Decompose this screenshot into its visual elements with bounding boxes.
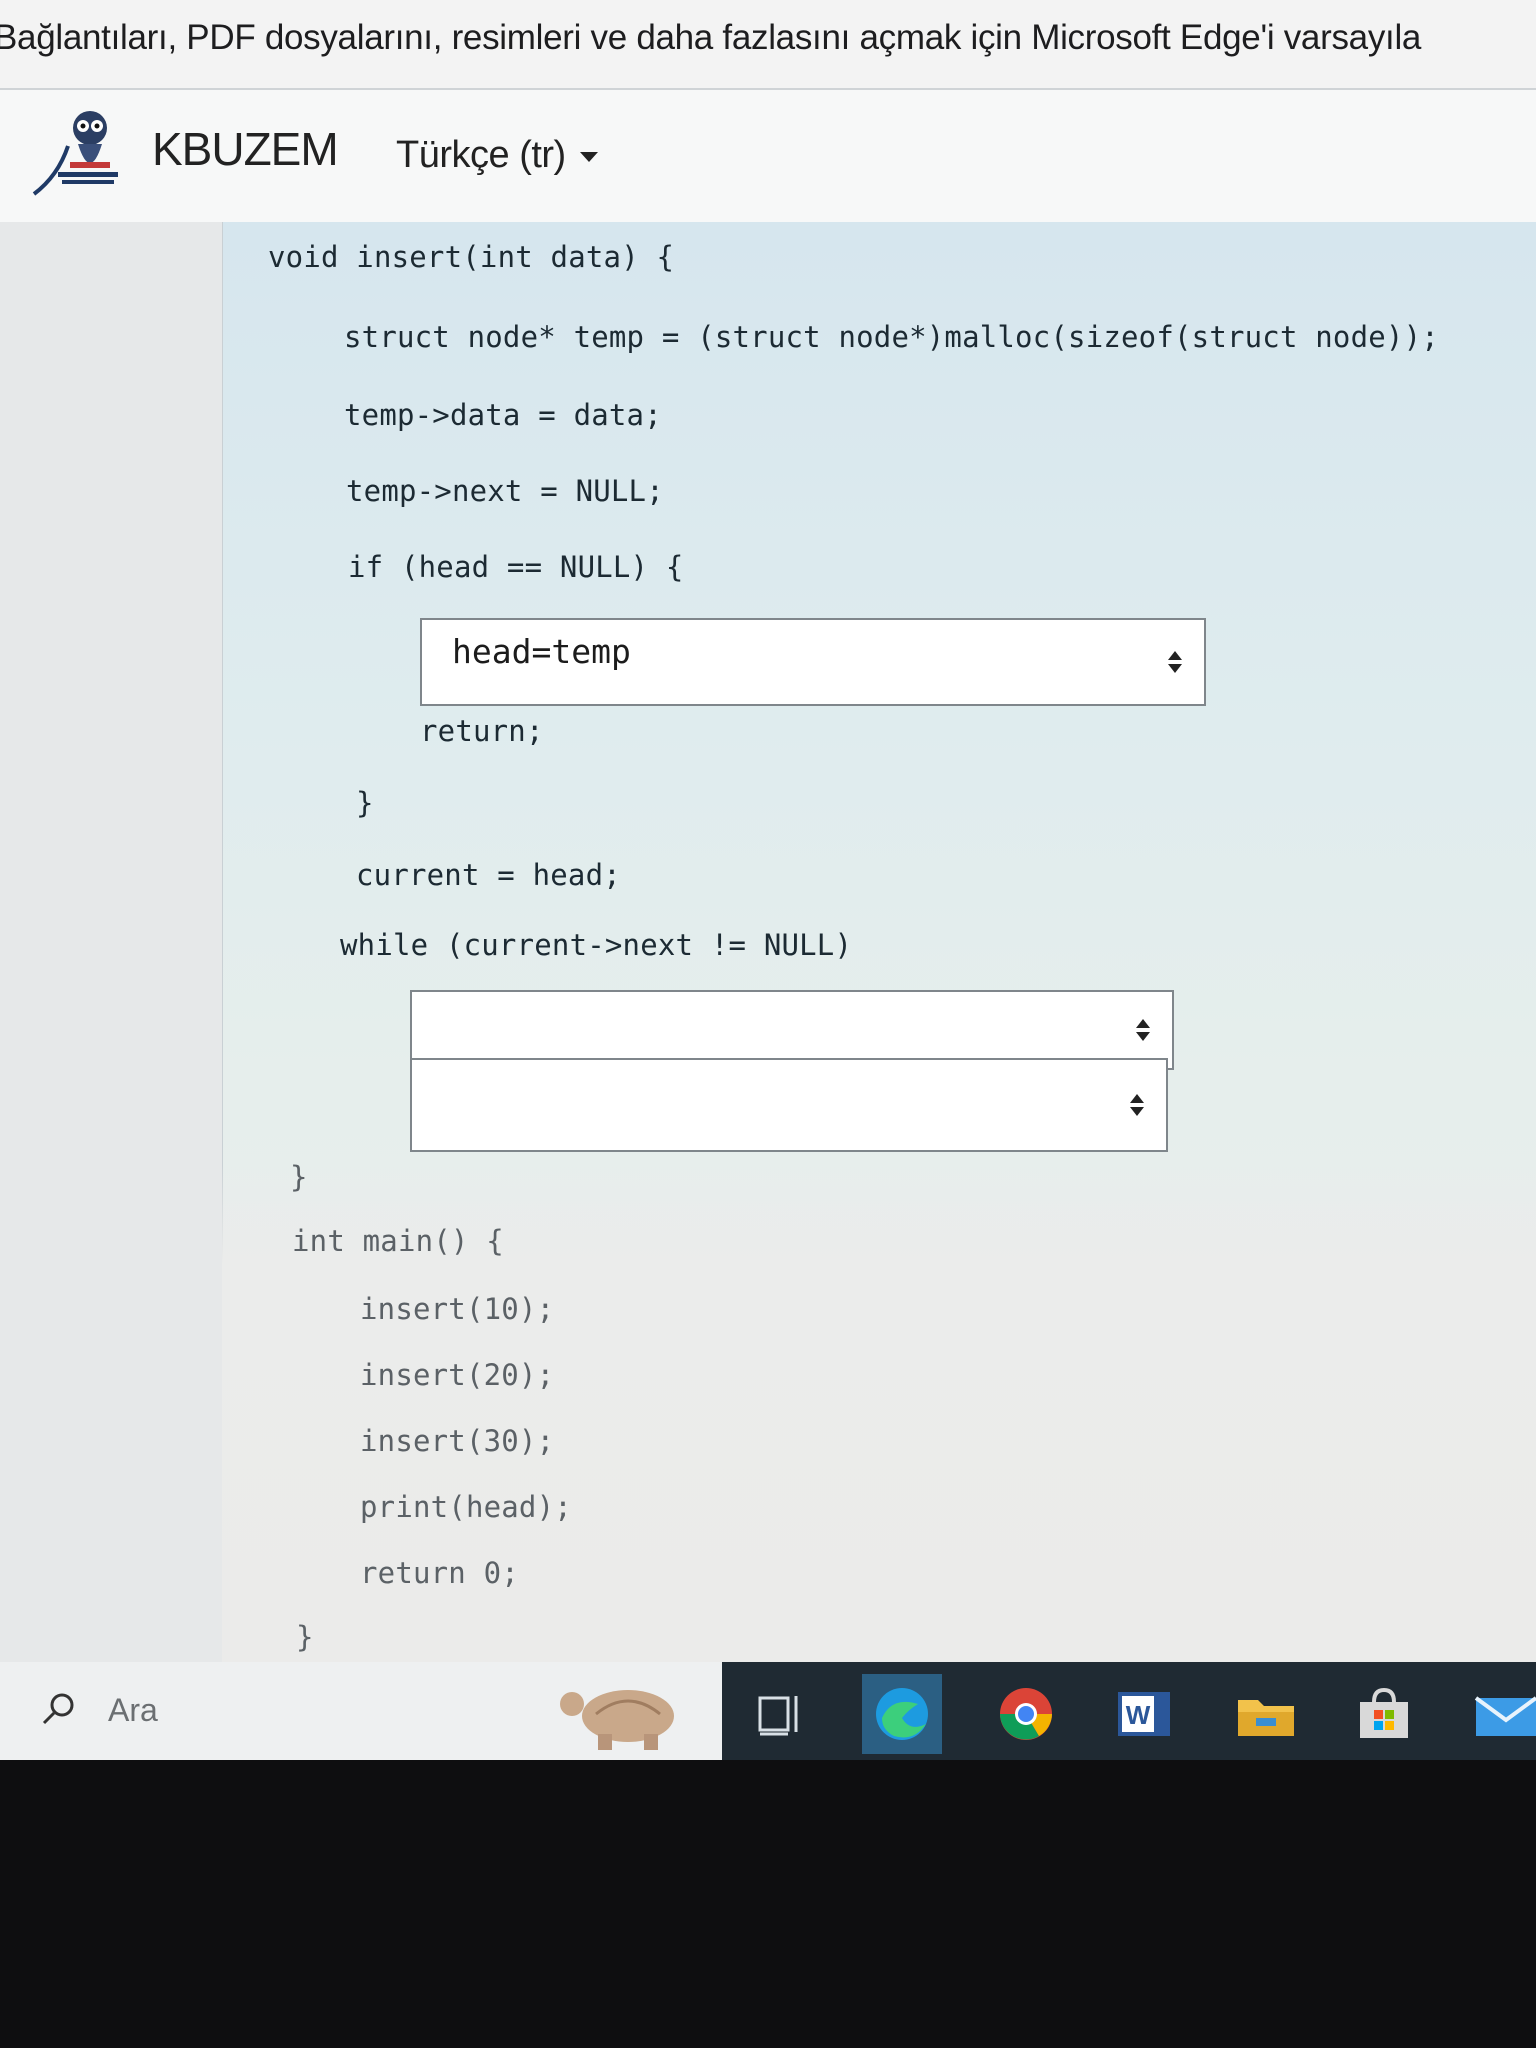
site-header: KBUZEM Türkçe (tr) xyxy=(0,90,1536,223)
edge-default-browser-bar: Bağlantıları, PDF dosyalarını, resimleri… xyxy=(0,0,1536,90)
monitor-bezel xyxy=(0,1760,1536,2048)
edge-icon[interactable] xyxy=(862,1674,942,1754)
taskbar-search-box[interactable]: Ara xyxy=(0,1662,722,1760)
file-explorer-icon[interactable] xyxy=(1226,1674,1306,1754)
code-func-signature: void insert(int data) { xyxy=(268,240,675,274)
code-main-line: insert(10); xyxy=(360,1292,555,1326)
language-label: Türkçe (tr) xyxy=(396,134,566,176)
store-icon[interactable] xyxy=(1344,1674,1424,1754)
caret-down-icon xyxy=(579,151,598,162)
answer-dropdown-1[interactable]: head=temp xyxy=(420,618,1206,706)
screen: Bağlantıları, PDF dosyalarını, resimleri… xyxy=(0,0,1536,1760)
site-name[interactable]: KBUZEM xyxy=(152,122,339,176)
dropdown-1-value: head=temp xyxy=(452,632,631,671)
word-icon[interactable]: W xyxy=(1104,1674,1184,1754)
code-main-line: print(head); xyxy=(360,1490,572,1524)
code-line-data: temp->data = data; xyxy=(344,398,662,432)
task-view-icon[interactable] xyxy=(742,1674,822,1754)
code-close-if: } xyxy=(356,786,374,820)
code-line-malloc: struct node* temp = (struct node*)malloc… xyxy=(344,320,1439,354)
code-close-func: } xyxy=(290,1160,308,1194)
sort-arrows-icon xyxy=(1130,1094,1144,1116)
edge-bar-message: Bağlantıları, PDF dosyalarını, resimleri… xyxy=(0,18,1422,57)
code-main-line: insert(30); xyxy=(360,1424,555,1458)
language-menu[interactable]: Türkçe (tr) xyxy=(396,134,598,177)
mail-icon[interactable] xyxy=(1466,1674,1536,1754)
owl-logo-icon[interactable] xyxy=(28,106,146,198)
sort-arrows-icon xyxy=(1136,1019,1150,1041)
code-line-next: temp->next = NULL; xyxy=(346,474,664,508)
code-main-line: insert(20); xyxy=(360,1358,555,1392)
code-main-close: } xyxy=(296,1620,314,1654)
sort-arrows-icon xyxy=(1168,651,1182,673)
code-main-line: return 0; xyxy=(360,1556,519,1590)
code-line-current: current = head; xyxy=(356,858,621,892)
chrome-icon[interactable] xyxy=(986,1674,1066,1754)
code-main-signature: int main() { xyxy=(292,1224,504,1258)
svg-text:W: W xyxy=(1126,1700,1151,1730)
search-placeholder: Ara xyxy=(108,1692,158,1728)
windows-taskbar: Ara W xyxy=(0,1662,1536,1760)
turtle-doodle-icon xyxy=(560,1690,674,1750)
code-line-if: if (head == NULL) { xyxy=(348,550,684,584)
code-line-while: while (current->next != NULL) xyxy=(340,928,853,962)
left-region xyxy=(0,222,222,1662)
search-icon xyxy=(42,1693,74,1725)
code-line-return: return; xyxy=(420,714,544,748)
answer-dropdown-3[interactable] xyxy=(410,1058,1168,1152)
